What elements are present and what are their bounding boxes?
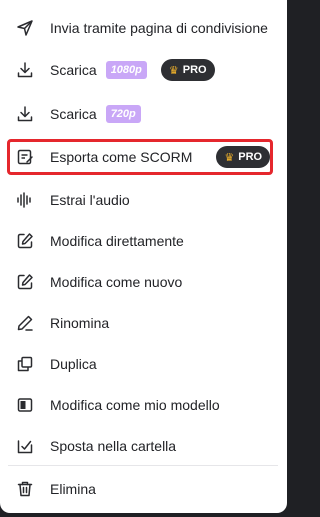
edit-copy-icon <box>16 273 34 291</box>
pro-badge-label: PRO <box>238 151 263 163</box>
crown-icon: ♛ <box>224 151 235 164</box>
menu-item-export-scorm[interactable]: Esporta come SCORM ♛ PRO <box>7 139 273 175</box>
menu-item-download-720p[interactable]: Scarica 720p <box>8 96 272 132</box>
audio-waveform-icon <box>16 191 34 209</box>
menu-item-label: Modifica come mio modello <box>50 397 220 413</box>
menu-item-label: Esporta come SCORM <box>50 149 193 165</box>
quality-badge: 1080p <box>105 61 147 79</box>
menu-item-move-to-folder[interactable]: Sposta nella cartella <box>8 428 272 464</box>
context-menu: Invia tramite pagina di condivisione Sca… <box>0 0 287 513</box>
download-icon <box>16 61 34 79</box>
menu-item-label: Elimina <box>50 481 96 497</box>
menu-item-label: Duplica <box>50 356 97 372</box>
move-folder-icon <box>16 437 34 455</box>
menu-item-label: Invia tramite pagina di condivisione <box>50 20 268 36</box>
menu-item-label: Rinomina <box>50 315 110 331</box>
menu-item-edit-as-new[interactable]: Modifica come nuovo <box>8 264 272 300</box>
menu-item-download-1080p[interactable]: Scarica 1080p ♛ PRO <box>8 52 272 88</box>
crown-icon: ♛ <box>168 64 179 77</box>
pro-badge: ♛ PRO <box>160 59 215 81</box>
menu-item-share-page[interactable]: Invia tramite pagina di condivisione <box>8 10 272 46</box>
edit-icon <box>16 232 34 250</box>
pro-badge-label: PRO <box>182 64 207 76</box>
quality-badge: 720p <box>105 105 141 123</box>
trash-icon <box>16 480 34 498</box>
menu-item-edit-directly[interactable]: Modifica direttamente <box>8 223 272 259</box>
menu-item-label: Estrai l'audio <box>50 192 130 208</box>
menu-item-edit-as-template[interactable]: Modifica come mio modello <box>8 387 272 423</box>
menu-item-rename[interactable]: Rinomina <box>8 305 272 341</box>
menu-item-delete[interactable]: Elimina <box>8 471 272 507</box>
menu-item-label: Modifica come nuovo <box>50 274 183 290</box>
scorm-export-icon <box>16 148 34 166</box>
menu-item-label: Modifica direttamente <box>50 233 184 249</box>
menu-item-extract-audio[interactable]: Estrai l'audio <box>8 182 272 218</box>
menu-item-label: Sposta nella cartella <box>50 438 177 454</box>
pen-icon <box>16 314 34 332</box>
pro-badge: ♛ PRO <box>216 146 271 168</box>
menu-item-duplicate[interactable]: Duplica <box>8 346 272 382</box>
menu-item-label: Scarica <box>50 62 97 78</box>
template-icon <box>16 396 34 414</box>
duplicate-icon <box>16 355 34 373</box>
download-icon <box>16 105 34 123</box>
menu-item-label: Scarica <box>50 106 97 122</box>
send-icon <box>16 19 34 37</box>
menu-divider <box>8 465 278 466</box>
